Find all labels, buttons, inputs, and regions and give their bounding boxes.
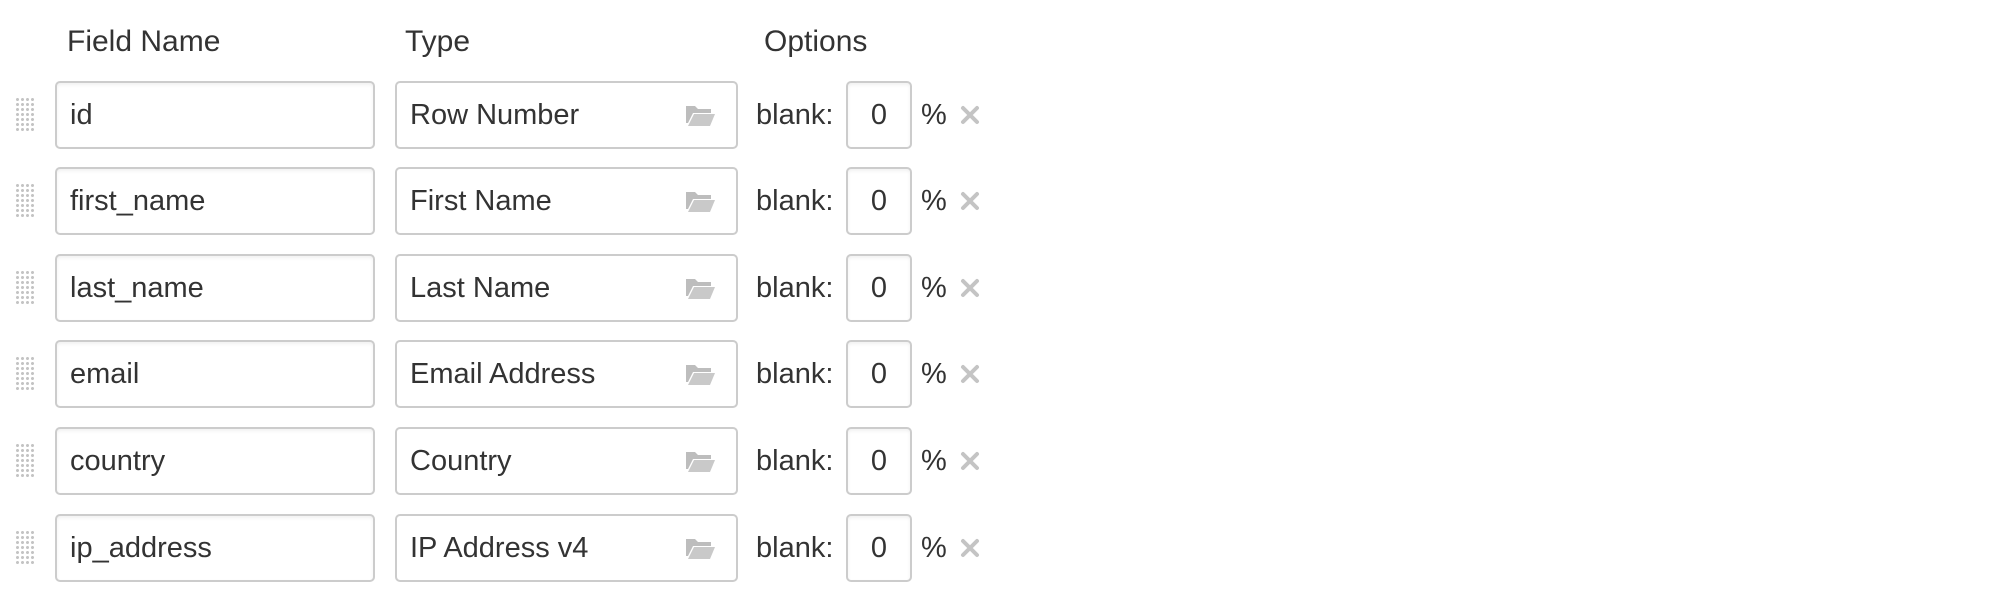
field-name-input[interactable]	[55, 427, 375, 495]
blank-percent-input[interactable]	[846, 340, 912, 408]
blank-percent-input[interactable]	[846, 514, 912, 582]
schema-editor: Field Name Type Options Row Number blank…	[0, 0, 2000, 600]
field-name-input[interactable]	[55, 167, 375, 235]
folder-open-icon	[686, 192, 715, 212]
blank-percent-input[interactable]	[846, 81, 912, 149]
field-row: Email Address blank: %	[0, 340, 1000, 408]
field-name-input[interactable]	[55, 254, 375, 322]
drag-handle-icon[interactable]	[15, 530, 35, 566]
drag-handle-icon[interactable]	[15, 270, 35, 306]
type-label: Last Name	[410, 272, 551, 304]
type-selector[interactable]: Row Number	[395, 81, 738, 149]
field-row: Country blank: %	[0, 427, 1000, 495]
type-selector[interactable]: IP Address v4	[395, 514, 738, 582]
field-row: IP Address v4 blank: %	[0, 514, 1000, 582]
field-row: First Name blank: %	[0, 167, 1000, 235]
drag-handle-icon[interactable]	[15, 443, 35, 479]
close-icon[interactable]	[958, 103, 982, 127]
close-icon[interactable]	[958, 189, 982, 213]
drag-handle-icon[interactable]	[15, 356, 35, 392]
field-name-input[interactable]	[55, 340, 375, 408]
folder-open-icon	[686, 365, 715, 385]
drag-handle-icon[interactable]	[15, 97, 35, 133]
close-icon[interactable]	[958, 362, 982, 386]
type-label: First Name	[410, 185, 552, 217]
folder-open-icon	[686, 279, 715, 299]
type-selector[interactable]: Last Name	[395, 254, 738, 322]
close-icon[interactable]	[958, 536, 982, 560]
column-headers: Field Name Type Options	[0, 20, 1000, 64]
type-label: Email Address	[410, 358, 596, 390]
field-name-input[interactable]	[55, 514, 375, 582]
field-row: Last Name blank: %	[0, 254, 1000, 322]
drag-handle-icon[interactable]	[15, 183, 35, 219]
blank-label: blank:	[756, 532, 834, 564]
percent-sign: %	[921, 532, 947, 564]
type-selector[interactable]: First Name	[395, 167, 738, 235]
type-label: Country	[410, 445, 512, 477]
blank-label: blank:	[756, 272, 834, 304]
folder-open-icon	[686, 539, 715, 559]
percent-sign: %	[921, 272, 947, 304]
field-row: Row Number blank: %	[0, 81, 1000, 149]
type-label: IP Address v4	[410, 532, 589, 564]
percent-sign: %	[921, 358, 947, 390]
type-label: Row Number	[410, 99, 580, 131]
folder-open-icon	[686, 452, 715, 472]
blank-percent-input[interactable]	[846, 427, 912, 495]
type-header: Type	[405, 25, 471, 58]
blank-percent-input[interactable]	[846, 167, 912, 235]
blank-label: blank:	[756, 185, 834, 217]
percent-sign: %	[921, 99, 947, 131]
close-icon[interactable]	[958, 276, 982, 300]
type-selector[interactable]: Email Address	[395, 340, 738, 408]
field-name-header: Field Name	[67, 25, 221, 58]
options-header: Options	[764, 25, 868, 58]
type-selector[interactable]: Country	[395, 427, 738, 495]
blank-percent-input[interactable]	[846, 254, 912, 322]
percent-sign: %	[921, 445, 947, 477]
blank-label: blank:	[756, 99, 834, 131]
folder-open-icon	[686, 106, 715, 126]
blank-label: blank:	[756, 445, 834, 477]
field-name-input[interactable]	[55, 81, 375, 149]
blank-label: blank:	[756, 358, 834, 390]
close-icon[interactable]	[958, 449, 982, 473]
percent-sign: %	[921, 185, 947, 217]
